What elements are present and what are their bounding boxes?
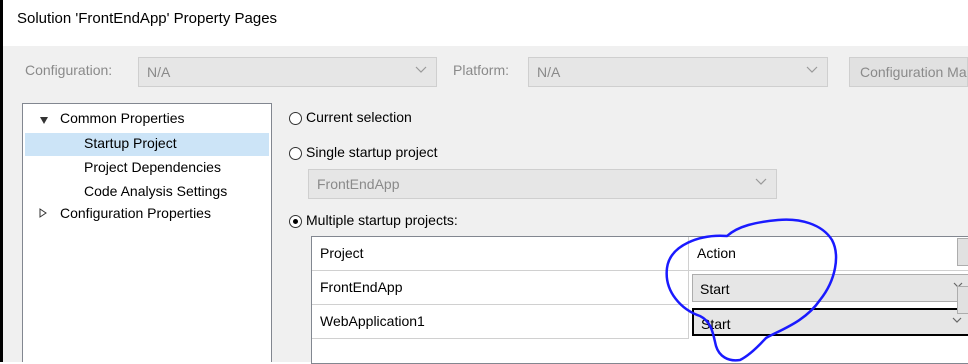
action-dropdown-focused[interactable]: Start <box>692 308 968 336</box>
platform-label: Platform: <box>453 62 510 78</box>
configuration-bar: Configuration: N/A Platform: N/A Configu… <box>3 46 968 96</box>
single-startup-combo[interactable]: FrontEndApp <box>308 169 777 199</box>
multiple-startup-radio[interactable] <box>289 215 302 228</box>
project-name-cell: WebApplication1 <box>320 313 425 329</box>
startup-projects-grid[interactable]: Project Action FrontEndApp Start WebAppl… <box>311 236 968 364</box>
table-row[interactable]: FrontEndApp <box>312 271 689 305</box>
tree-item-project-dependencies[interactable]: Project Dependencies <box>84 159 221 175</box>
radio-selected-dot <box>293 219 298 224</box>
column-header-action[interactable]: Action <box>689 237 968 271</box>
property-tree[interactable]: Common Properties Startup Project Projec… <box>22 103 272 362</box>
collapsed-triangle-icon[interactable] <box>39 208 47 218</box>
configuration-label: Configuration: <box>25 62 113 78</box>
column-header-project[interactable]: Project <box>312 237 689 271</box>
property-pages-body: Common Properties Startup Project Projec… <box>3 96 968 364</box>
configuration-combo[interactable]: N/A <box>138 57 437 87</box>
current-selection-radio[interactable] <box>289 112 302 125</box>
tree-item-configuration-properties[interactable]: Configuration Properties <box>60 205 211 221</box>
single-startup-value: FrontEndApp <box>317 176 400 192</box>
window-title: Solution 'FrontEndApp' Property Pages <box>17 10 278 27</box>
tree-item-common-properties[interactable]: Common Properties <box>60 110 185 126</box>
platform-value: N/A <box>537 64 561 80</box>
chevron-down-icon <box>806 66 818 73</box>
action-value: Start <box>700 281 730 297</box>
chevron-down-icon <box>755 178 767 185</box>
title-bar[interactable]: Solution 'FrontEndApp' Property Pages <box>3 0 968 46</box>
platform-combo[interactable]: N/A <box>528 57 828 87</box>
tree-item-code-analysis-settings[interactable]: Code Analysis Settings <box>84 183 227 199</box>
chevron-down-icon <box>952 317 962 323</box>
multiple-startup-label[interactable]: Multiple startup projects: <box>306 212 458 228</box>
single-startup-label[interactable]: Single startup project <box>306 144 438 160</box>
single-startup-radio[interactable] <box>289 147 302 160</box>
current-selection-label[interactable]: Current selection <box>306 109 412 125</box>
column-header-action-label: Action <box>697 245 736 261</box>
move-down-button[interactable] <box>957 286 968 314</box>
tree-item-startup-project[interactable]: Startup Project <box>84 135 177 151</box>
action-dropdown[interactable]: Start <box>692 274 968 302</box>
move-up-button[interactable] <box>957 238 968 266</box>
project-name-cell: FrontEndApp <box>320 279 403 295</box>
configuration-value: N/A <box>147 64 171 80</box>
action-value: Start <box>701 316 731 332</box>
table-row[interactable]: WebApplication1 <box>312 305 689 339</box>
chevron-down-icon <box>415 66 427 73</box>
expanded-triangle-icon[interactable] <box>40 117 48 124</box>
configuration-manager-button[interactable]: Configuration Manager... <box>849 57 968 87</box>
column-header-project-label: Project <box>320 245 364 261</box>
